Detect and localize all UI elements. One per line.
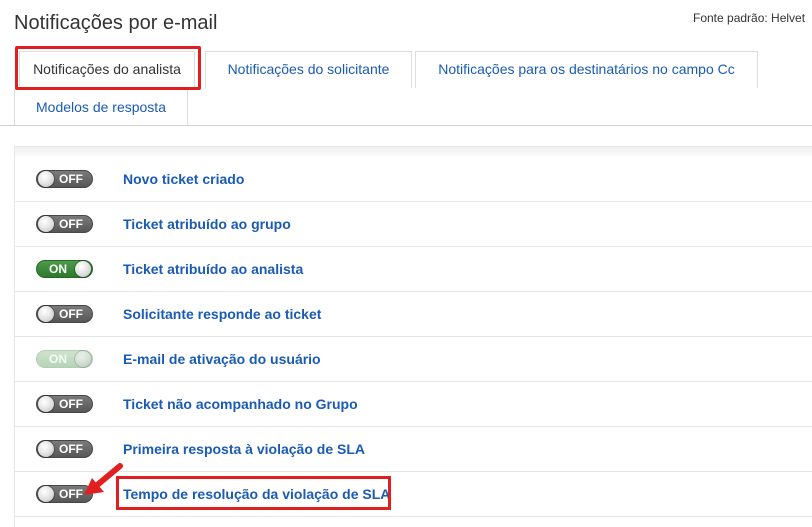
toggle-switch[interactable]: OFF (36, 395, 93, 413)
toggle-knob-icon (38, 486, 54, 502)
toggle-state-label: OFF (59, 172, 83, 186)
toggle-knob-icon (38, 171, 54, 187)
toggle-state-label: OFF (59, 397, 83, 411)
toggle-state-label: ON (49, 262, 67, 276)
notification-link[interactable]: Ticket atribuído ao analista (123, 260, 303, 278)
toggle-state-label: OFF (59, 307, 83, 321)
toggle-switch[interactable]: ON (36, 260, 93, 278)
toggle-state-label: ON (49, 352, 67, 366)
notification-row-ticket-assigned-analyst: ON Ticket atribuído ao analista (15, 246, 812, 292)
tab-requester-notifications[interactable]: Notificações do solicitante (205, 51, 412, 88)
notification-row-new-ticket: OFF Novo ticket criado (15, 156, 812, 202)
list-top-shade (15, 147, 812, 156)
toggle-switch: ON (36, 350, 93, 368)
toggle-knob-icon (75, 351, 91, 367)
page-title: Notificações por e-mail (14, 12, 218, 34)
toggle-switch[interactable]: OFF (36, 170, 93, 188)
notification-row-ticket-assigned-group: OFF Ticket atribuído ao grupo (15, 201, 812, 247)
tab-cc-recipients-notifications[interactable]: Notificações para os destinatários no ca… (415, 51, 758, 88)
notification-row-user-activation-email: ON E-mail de ativação do usuário (15, 336, 812, 382)
notification-link[interactable]: Ticket atribuído ao grupo (123, 215, 291, 233)
notification-row-requester-responds: OFF Solicitante responde ao ticket (15, 291, 812, 337)
toggle-switch[interactable]: OFF (36, 305, 93, 323)
toggle-knob-icon (38, 441, 54, 457)
toggle-switch[interactable]: OFF (36, 485, 93, 503)
toggle-knob-icon (38, 396, 54, 412)
notification-link[interactable]: Tempo de resolução da violação de SLA (123, 485, 390, 503)
toggle-state-label: OFF (59, 487, 83, 501)
notification-row-unfollowed-ticket-group: OFF Ticket não acompanhado no Grupo (15, 381, 812, 427)
notification-link[interactable]: Primeira resposta à violação de SLA (123, 440, 365, 458)
tab-analyst-notifications[interactable]: Notificações do analista (19, 51, 195, 88)
notification-link[interactable]: Ticket não acompanhado no Grupo (123, 395, 358, 413)
toggle-state-label: OFF (59, 217, 83, 231)
default-font-label: Fonte padrão: Helvet (693, 11, 806, 25)
toggle-switch[interactable]: OFF (36, 215, 93, 233)
toggle-knob-icon (75, 261, 91, 277)
toggle-state-label: OFF (59, 442, 83, 456)
tabs-divider (0, 125, 812, 126)
toggle-switch[interactable]: OFF (36, 440, 93, 458)
notification-link[interactable]: E-mail de ativação do usuário (123, 350, 321, 368)
toggle-knob-icon (38, 216, 54, 232)
notification-row-first-response-sla: OFF Primeira resposta à violação de SLA (15, 426, 812, 472)
tab-response-templates[interactable]: Modelos de resposta (14, 89, 188, 126)
notification-link[interactable]: Solicitante responde ao ticket (123, 305, 321, 323)
notification-link[interactable]: Novo ticket criado (123, 170, 244, 188)
notification-list: OFF Novo ticket criado OFF Ticket atribu… (14, 146, 812, 527)
toggle-knob-icon (38, 306, 54, 322)
notification-row-resolution-time-sla: OFF Tempo de resolução da violação de SL… (15, 471, 812, 517)
